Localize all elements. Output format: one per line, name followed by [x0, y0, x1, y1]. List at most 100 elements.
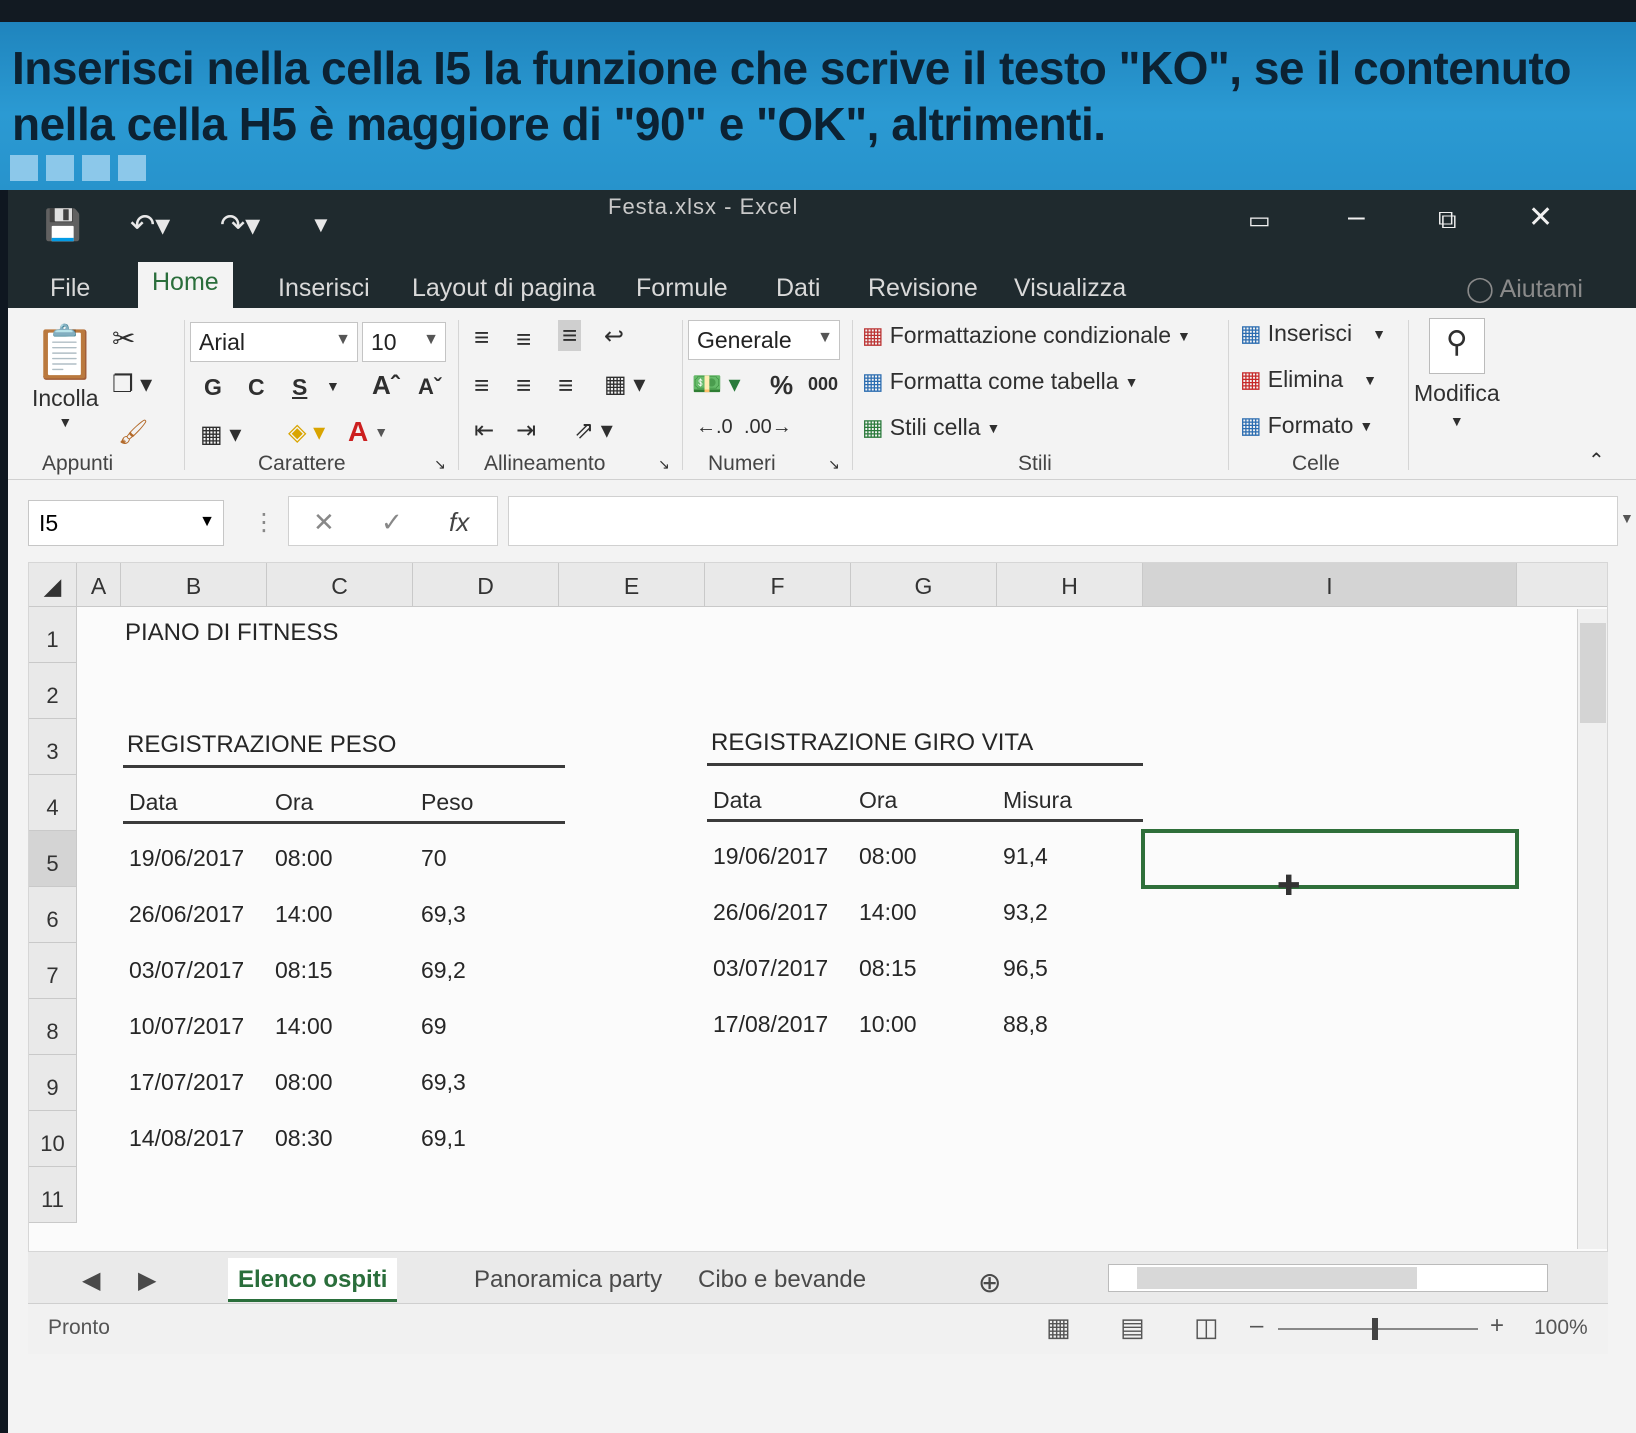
zoom-slider-handle[interactable] — [1372, 1318, 1378, 1340]
vertical-scrollbar[interactable] — [1577, 609, 1607, 1249]
prev-sheet-icon[interactable]: ◀ — [72, 1258, 110, 1302]
tab-revisione[interactable]: Revisione — [854, 268, 992, 309]
table-cell[interactable]: 03/07/2017 — [713, 955, 828, 982]
horizontal-scrollbar[interactable] — [1108, 1264, 1548, 1292]
table-cell[interactable]: 69 — [421, 1013, 447, 1040]
table-cell[interactable]: 10/07/2017 — [129, 1013, 244, 1040]
editing-button[interactable]: ⚲ Modifica ▼ — [1414, 318, 1500, 429]
row-header[interactable]: 2 — [29, 663, 77, 719]
column-header[interactable]: B — [121, 563, 267, 607]
table-cell[interactable]: 69,3 — [421, 1069, 466, 1096]
expand-formula-bar-icon[interactable]: ▼ — [1620, 510, 1634, 526]
undo-icon[interactable]: ↶▾ — [130, 208, 170, 243]
table-cell[interactable]: 08:15 — [859, 955, 917, 982]
column-header[interactable]: H — [997, 563, 1143, 607]
column-header[interactable]: G — [851, 563, 997, 607]
tab-layout[interactable]: Layout di pagina — [398, 268, 609, 309]
column-header[interactable]: E — [559, 563, 705, 607]
table-cell[interactable]: 08:00 — [859, 843, 917, 870]
conditional-formatting-button[interactable]: ▦ Formattazione condizionale ▼ — [862, 322, 1191, 349]
peso-title[interactable]: REGISTRAZIONE PESO — [127, 731, 396, 759]
percent-button[interactable]: % — [770, 370, 793, 401]
tab-dati[interactable]: Dati — [762, 268, 834, 309]
normal-view-icon[interactable]: ▦ — [1046, 1312, 1071, 1343]
save-icon[interactable]: 💾 — [44, 208, 81, 243]
align-left-icon[interactable]: ≡ — [474, 370, 489, 401]
format-painter-icon[interactable]: 🖌 — [118, 418, 148, 447]
minimize-icon[interactable]: – — [1348, 200, 1365, 234]
bold-button[interactable]: G — [204, 374, 222, 401]
sheet-tab-panoramica-party[interactable]: Panoramica party — [464, 1258, 672, 1302]
redo-icon[interactable]: ↷▾ — [220, 208, 260, 243]
table-cell[interactable]: 14:00 — [859, 899, 917, 926]
table-cell[interactable]: 17/07/2017 — [129, 1069, 244, 1096]
add-sheet-icon[interactable]: ⊕ — [968, 1258, 1011, 1302]
table-cell[interactable]: 08:00 — [275, 1069, 333, 1096]
align-middle-icon[interactable]: ≡ — [516, 324, 531, 355]
table-cell[interactable]: 69,3 — [421, 901, 466, 928]
font-family-select[interactable]: Arial ▼ — [190, 322, 358, 362]
cancel-icon[interactable]: ✕ — [313, 507, 335, 538]
zoom-in-icon[interactable]: + — [1490, 1312, 1504, 1340]
sheet-title[interactable]: PIANO DI FITNESS — [125, 619, 338, 647]
italic-button[interactable]: C — [248, 374, 265, 401]
table-cell[interactable]: 10:00 — [859, 1011, 917, 1038]
vita-title[interactable]: REGISTRAZIONE GIRO VITA — [711, 729, 1033, 757]
table-cell[interactable]: 19/06/2017 — [713, 843, 828, 870]
peso-header-peso[interactable]: Peso — [421, 789, 473, 816]
format-as-table-button[interactable]: ▦ Formatta come tabella ▼ — [862, 368, 1138, 395]
selected-cell-i5[interactable] — [1141, 829, 1519, 889]
worksheet-grid[interactable]: ◢ A B C D E F G H I 1 2 3 4 5 6 7 8 9 10… — [28, 562, 1608, 1252]
row-header[interactable]: 10 — [29, 1111, 77, 1167]
orientation-icon[interactable]: ⇗ ▾ — [574, 416, 613, 445]
table-cell[interactable]: 08:00 — [275, 845, 333, 872]
scrollbar-thumb[interactable] — [1580, 623, 1606, 723]
table-cell[interactable]: 14:00 — [275, 901, 333, 928]
decrease-indent-icon[interactable]: ⇤ — [474, 416, 494, 445]
font-size-select[interactable]: 10 ▼ — [362, 322, 446, 362]
table-cell[interactable]: 14:00 — [275, 1013, 333, 1040]
tab-file[interactable]: File — [36, 268, 104, 309]
fill-color-icon[interactable]: ◈ ▾ — [288, 418, 325, 447]
row-header[interactable]: 1 — [29, 607, 77, 663]
increase-font-icon[interactable]: Aˆ — [372, 370, 399, 401]
row-header[interactable]: 8 — [29, 999, 77, 1055]
ribbon-display-icon[interactable]: ▭ — [1248, 206, 1271, 235]
align-top-icon[interactable]: ≡ — [474, 322, 489, 353]
align-center-icon[interactable]: ≡ — [516, 370, 531, 401]
zoom-slider[interactable] — [1278, 1318, 1478, 1340]
dialog-launcher-icon[interactable]: ↘ — [434, 456, 446, 473]
table-cell[interactable]: 03/07/2017 — [129, 957, 244, 984]
underline-button[interactable]: S — [292, 374, 307, 401]
table-cell[interactable]: 26/06/2017 — [129, 901, 244, 928]
thousands-button[interactable]: 000 — [808, 374, 838, 395]
table-cell[interactable]: 88,8 — [1003, 1011, 1048, 1038]
tab-formule[interactable]: Formule — [622, 268, 742, 309]
select-all-corner[interactable]: ◢ — [29, 563, 77, 607]
table-cell[interactable]: 26/06/2017 — [713, 899, 828, 926]
number-format-select[interactable]: Generale ▼ — [688, 320, 840, 360]
table-cell[interactable]: 96,5 — [1003, 955, 1048, 982]
sheet-tab-elenco-ospiti[interactable]: Elenco ospiti — [228, 1258, 398, 1302]
help-search[interactable]: ◯ Aiutami — [1452, 268, 1597, 310]
sheet-tab-cibo-bevande[interactable]: Cibo e bevande — [688, 1258, 876, 1302]
cell-styles-button[interactable]: ▦ Stili cella ▼ — [862, 414, 1000, 441]
align-right-icon[interactable]: ≡ — [558, 370, 573, 401]
next-sheet-icon[interactable]: ▶ — [128, 1258, 166, 1302]
vita-header-misura[interactable]: Misura — [1003, 787, 1072, 814]
customize-qat-icon[interactable]: ▼ — [310, 212, 332, 238]
table-cell[interactable]: 69,1 — [421, 1125, 466, 1152]
dialog-launcher-icon[interactable]: ↘ — [658, 456, 670, 473]
row-header[interactable]: 7 — [29, 943, 77, 999]
row-header[interactable]: 3 — [29, 719, 77, 775]
column-header-selected[interactable]: I — [1143, 563, 1517, 607]
restore-icon[interactable]: ⧉ — [1438, 204, 1457, 236]
table-cell[interactable]: 08:15 — [275, 957, 333, 984]
formula-input[interactable] — [508, 496, 1618, 546]
collapse-ribbon-icon[interactable]: ⌃ — [1588, 448, 1605, 473]
delete-cells-button[interactable]: ▦ Elimina ▼ — [1240, 366, 1377, 393]
zoom-out-icon[interactable]: – — [1250, 1312, 1263, 1340]
column-header[interactable]: D — [413, 563, 559, 607]
increase-indent-icon[interactable]: ⇥ — [516, 416, 536, 445]
chevron-down-icon[interactable]: ▼ — [326, 378, 340, 394]
